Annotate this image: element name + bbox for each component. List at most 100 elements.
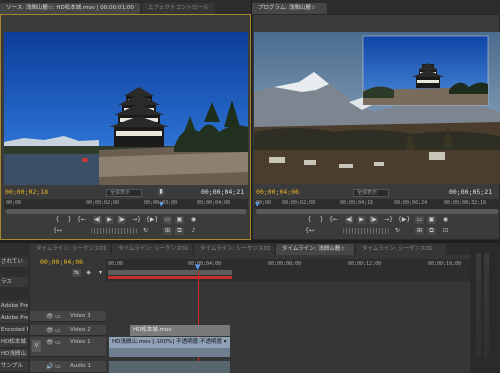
tab-timeline[interactable]: タイムライン: シーケンス01 — [194, 244, 274, 255]
insert-icon[interactable]: ▭ — [163, 216, 172, 224]
program-current-timecode[interactable]: 00;00;04;06 — [256, 187, 299, 197]
go-in-icon[interactable]: {← — [77, 216, 86, 224]
step-forward-icon[interactable]: |▶ — [117, 216, 126, 224]
track-name: Audio 1 — [70, 363, 91, 369]
play-icon[interactable]: ▶ — [105, 216, 114, 224]
track-name: Video 2 — [70, 327, 91, 333]
go-in-icon[interactable]: {← — [329, 216, 338, 224]
lock-icon[interactable]: ▭ — [55, 361, 61, 372]
track-header-audio1[interactable]: 🔊 ▭ Audio 1 — [30, 361, 106, 373]
clip-audio1[interactable] — [109, 361, 230, 373]
tab-timeline[interactable]: タイムライン: シーケンス01 — [30, 244, 110, 255]
track-header-video3[interactable]: 👁 ▭ Video 3 — [30, 311, 106, 322]
meter-right — [484, 253, 489, 358]
timeline-panel: 00;00;04;06 ⇆ ◈ ▾ 00;00 00;00;04;00 00;0… — [30, 255, 470, 373]
eye-icon[interactable]: 👁 — [46, 325, 54, 336]
output-icon[interactable]: ⧉ — [175, 227, 184, 235]
program-scroll-bar[interactable] — [256, 209, 498, 214]
project-item[interactable]: Adobe Pre — [0, 313, 28, 323]
extract-icon[interactable]: ▣ — [427, 216, 436, 224]
shuttle-left-icon[interactable]: {↤ — [305, 227, 314, 235]
project-item[interactable]: サンプル — [0, 361, 28, 371]
program-monitor-panel: 00;00;04;06 全体表示 00;00;05;21 00;00 00;00… — [252, 14, 500, 240]
ruler-label: 00;00;06;24 — [394, 200, 428, 206]
source-scroll-bar[interactable] — [6, 209, 246, 214]
step-back-icon[interactable]: ◀| — [345, 216, 354, 224]
go-out-icon[interactable]: →} — [384, 216, 393, 224]
ruler-label: 00;00;08;32;16 — [444, 200, 487, 206]
add-marker-icon[interactable]: ▾ — [96, 269, 105, 277]
program-duration-timecode: 00;00;05;21 — [449, 188, 493, 196]
clip-video1-thumbnail — [109, 348, 230, 357]
program-time-ruler[interactable]: 00;00 00;00;02;08 00;00;04;16 00;00;06;2… — [254, 199, 500, 209]
loop-icon[interactable]: ↻ — [393, 227, 402, 235]
play-in-out-icon[interactable]: {▶} — [146, 216, 158, 224]
safe-margins-icon[interactable]: ⊞ — [415, 227, 424, 235]
mark-out-icon[interactable]: } — [317, 216, 326, 224]
project-item[interactable]: HD浅間山. — [0, 349, 28, 359]
track-header-video1[interactable]: V 👁 ▭ Video 1 — [30, 337, 106, 357]
mark-in-icon[interactable]: { — [53, 216, 62, 224]
source-time-ruler[interactable]: 00;00 00;00;02;00 00;00;03;00 00;00;04;0… — [4, 199, 248, 209]
export-frame-icon[interactable]: ◉ — [189, 216, 198, 224]
eye-icon[interactable]: 👁 — [46, 337, 54, 348]
lift-icon[interactable]: ▭ — [415, 216, 424, 224]
project-item[interactable]: されてい — [0, 257, 28, 267]
output-icon[interactable]: ⊡ — [441, 227, 450, 235]
go-out-icon[interactable]: →} — [132, 216, 141, 224]
project-panel: されてい ラス Adobe Pre Adobe Pre Encoded F HD… — [0, 243, 30, 373]
project-item[interactable]: Adobe Pre — [0, 301, 28, 311]
step-back-icon[interactable]: ◀| — [93, 216, 102, 224]
lock-icon[interactable]: ▭ — [55, 337, 61, 348]
project-item[interactable]: Encoded F — [0, 325, 28, 335]
source-current-timecode[interactable]: 00;00;02;18 — [5, 187, 48, 197]
tab-program[interactable]: プログラム: 浅間山麓☆ — [252, 3, 327, 14]
castle-image — [4, 32, 248, 185]
eye-icon[interactable]: 👁 — [46, 311, 54, 322]
audio-icon[interactable]: ♪ — [189, 227, 198, 235]
jog-wheel[interactable] — [343, 228, 389, 234]
tab-effect-controls[interactable]: エフェクトコントロール — [142, 3, 215, 14]
source-playhead-icon[interactable]: ▼ — [159, 201, 164, 208]
mountain-composite-image — [254, 32, 500, 184]
tab-source[interactable]: ソース: 浅間山麓☆: HD松本城.mov | 00;00;01;00 — [0, 3, 140, 14]
tab-timeline-active[interactable]: タイムライン: 浅間山麓☆ — [276, 244, 354, 255]
play-in-out-icon[interactable]: {▶} — [398, 216, 410, 224]
play-icon[interactable]: ▶ — [357, 216, 366, 224]
snap-icon[interactable]: ⇆ — [72, 269, 81, 277]
clip-video1[interactable]: HD浅間山.mov [-100%] 不透明度:不透明度 ▾ — [109, 337, 230, 348]
source-patch-v[interactable]: V — [32, 340, 41, 352]
marker-icon[interactable]: ◈ — [84, 269, 93, 277]
lock-icon[interactable]: ▭ — [55, 311, 61, 322]
mark-out-icon[interactable]: } — [65, 216, 74, 224]
clip-video2[interactable]: HD松本城.mov — [130, 325, 230, 336]
tab-timeline[interactable]: タイムライン: シーケンス01 — [112, 244, 192, 255]
step-forward-icon[interactable]: |▶ — [369, 216, 378, 224]
source-fit-dropdown[interactable]: 全体表示 — [106, 189, 142, 197]
tab-timeline[interactable]: タイムライン: シーケンス01 — [356, 244, 446, 255]
track-header-video2[interactable]: 👁 ▭ Video 2 — [30, 325, 106, 336]
source-settings-icon[interactable]: ▮ — [158, 188, 164, 196]
project-item[interactable]: HD松本城. — [0, 337, 28, 347]
timeline-playhead-icon[interactable]: ▼ — [195, 263, 200, 271]
safe-margins-icon[interactable]: ⊞ — [163, 227, 172, 235]
program-fit-dropdown[interactable]: 全体表示 — [353, 189, 389, 197]
mark-in-icon[interactable]: { — [305, 216, 314, 224]
speaker-icon[interactable]: 🔊 — [46, 361, 53, 372]
timeline-current-timecode[interactable]: 00;00;04;06 — [40, 257, 83, 267]
trim-icon[interactable]: ⧉ — [427, 227, 436, 235]
program-video-frame — [254, 32, 500, 184]
timeline-ruler[interactable]: 00;00 00;00;04;00 00;00;08;00 00;00;12;0… — [106, 259, 470, 281]
lock-icon[interactable]: ▭ — [55, 325, 61, 336]
ruler-label: 00;00;02;00 — [86, 200, 120, 206]
work-area-bar[interactable] — [108, 270, 232, 275]
shuttle-left-icon[interactable]: {↤ — [53, 227, 62, 235]
jog-wheel[interactable] — [91, 228, 137, 234]
export-frame-icon[interactable]: ◉ — [441, 216, 450, 224]
ruler-label: 00;00;04;16 — [340, 200, 374, 206]
overlay-icon[interactable]: ▣ — [175, 216, 184, 224]
project-item[interactable]: ラス — [0, 277, 28, 287]
timeline-playhead-line[interactable] — [198, 271, 199, 373]
program-playhead-icon[interactable]: ▼ — [255, 201, 260, 208]
loop-icon[interactable]: ↻ — [141, 227, 150, 235]
